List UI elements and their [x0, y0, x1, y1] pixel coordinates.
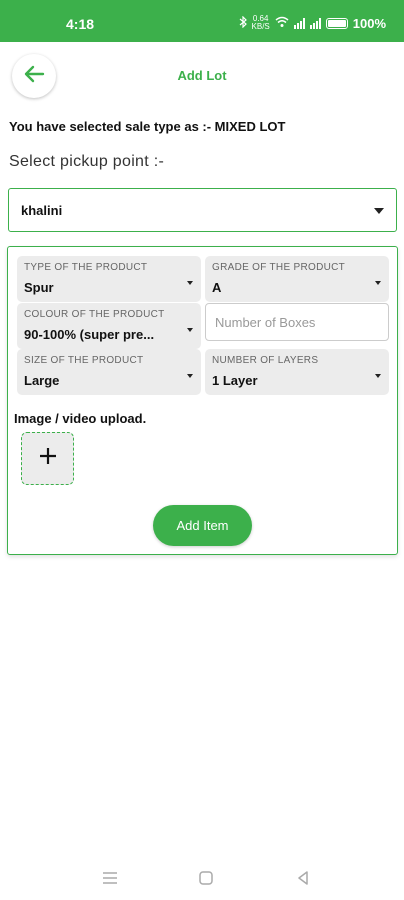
home-icon[interactable]	[195, 867, 217, 889]
caret-down-icon	[374, 208, 384, 214]
media-upload-button[interactable]	[21, 432, 74, 485]
product-colour-label: COLOUR OF THE PRODUCT	[24, 309, 165, 320]
wifi-icon	[275, 16, 289, 30]
pickup-point-dropdown[interactable]: khalini	[8, 188, 397, 232]
product-colour-dropdown[interactable]: COLOUR OF THE PRODUCT 90-100% (super pre…	[17, 303, 201, 349]
product-grade-value: A	[212, 280, 222, 295]
product-grade-label: GRADE OF THE PRODUCT	[212, 262, 346, 273]
product-type-label: TYPE OF THE PRODUCT	[24, 262, 148, 273]
caret-down-icon	[375, 281, 381, 285]
system-nav-bar	[0, 855, 404, 900]
back-icon[interactable]	[292, 867, 314, 889]
signal-1-icon	[293, 17, 305, 29]
network-speed-unit: KB/S	[251, 22, 270, 31]
battery-icon	[325, 17, 348, 29]
product-grade-dropdown[interactable]: GRADE OF THE PRODUCT A	[205, 256, 389, 302]
number-of-layers-value: 1 Layer	[212, 373, 258, 388]
caret-down-icon	[375, 374, 381, 378]
recents-icon[interactable]	[99, 867, 121, 889]
product-colour-value: 90-100% (super pre...	[24, 327, 155, 342]
upload-label: Image / video upload.	[14, 411, 147, 426]
product-size-value: Large	[24, 373, 60, 388]
product-size-label: SIZE OF THE PRODUCT	[24, 355, 144, 366]
network-speed: 0.64 KB/S	[252, 15, 270, 31]
pickup-point-label: Select pickup point :-	[9, 153, 165, 170]
plus-icon	[38, 446, 58, 471]
add-item-button[interactable]: Add Item	[153, 505, 252, 546]
product-type-dropdown[interactable]: TYPE OF THE PRODUCT Spur	[17, 256, 201, 302]
signal-2-icon	[309, 17, 321, 29]
status-icons: 0.64 KB/S 100%	[239, 15, 386, 31]
status-bar: 4:18 0.64 KB/S 100%	[0, 0, 404, 42]
caret-down-icon	[187, 328, 193, 332]
page-title: Add Lot	[177, 68, 227, 83]
bluetooth-icon	[239, 15, 247, 31]
caret-down-icon	[187, 374, 193, 378]
product-form-card: TYPE OF THE PRODUCT Spur GRADE OF THE PR…	[7, 246, 398, 555]
caret-down-icon	[187, 281, 193, 285]
number-of-boxes-input[interactable]	[215, 314, 388, 330]
number-of-layers-dropdown[interactable]: NUMBER OF LAYERS 1 Layer	[205, 349, 389, 395]
number-of-boxes-field[interactable]	[205, 303, 389, 341]
number-of-layers-label: NUMBER OF LAYERS	[212, 355, 319, 366]
pickup-point-value: khalini	[21, 202, 63, 218]
product-type-value: Spur	[24, 280, 54, 295]
product-size-dropdown[interactable]: SIZE OF THE PRODUCT Large	[17, 349, 201, 395]
sale-type-text: You have selected sale type as :- MIXED …	[9, 119, 286, 134]
battery-percentage: 100%	[352, 15, 386, 31]
status-time: 4:18	[66, 16, 95, 32]
